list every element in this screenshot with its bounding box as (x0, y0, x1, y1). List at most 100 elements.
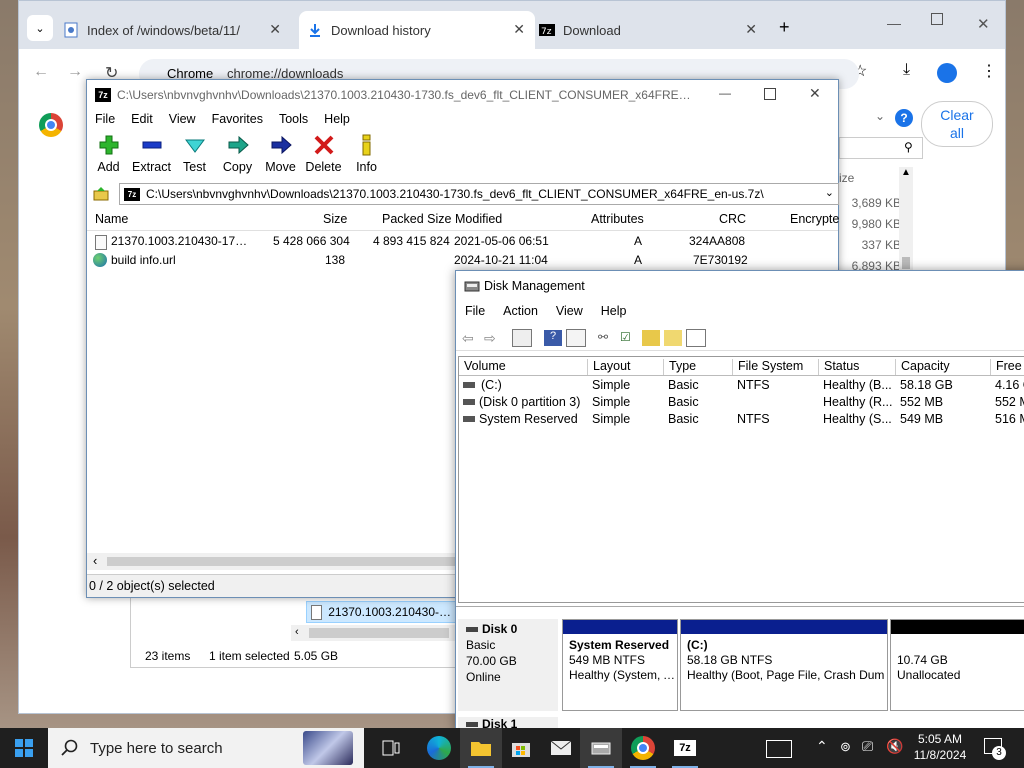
close-icon[interactable]: ✕ (269, 21, 281, 38)
folder-search-icon[interactable] (664, 330, 682, 346)
window-icon[interactable] (686, 329, 706, 347)
menu-action[interactable]: Action (494, 303, 547, 323)
extract-button[interactable]: Extract (130, 130, 173, 178)
mail-button[interactable] (540, 728, 582, 768)
folder-up-icon[interactable] (642, 330, 660, 346)
minus-icon (140, 134, 164, 156)
store-button[interactable] (500, 728, 542, 768)
connect-icon[interactable]: ⚯ (598, 330, 616, 346)
tab-download[interactable]: 7z Download ✕ (539, 11, 767, 49)
horizontal-scrollbar[interactable]: ‹ (291, 625, 456, 641)
taskbar-search[interactable]: Type here to search (48, 728, 364, 768)
close-icon[interactable]: ✕ (809, 85, 821, 102)
info-icon (355, 134, 379, 156)
menu-view[interactable]: View (547, 303, 592, 323)
menu-help[interactable]: Help (592, 303, 636, 323)
column-headers: Name Size Packed Size Modified Attribute… (87, 208, 839, 231)
delete-button[interactable]: Delete (302, 130, 345, 178)
task-view-button[interactable] (370, 728, 412, 768)
help-icon[interactable]: ? (544, 330, 562, 346)
col-modified[interactable]: Modified (455, 212, 502, 226)
menu-edit[interactable]: Edit (123, 110, 161, 130)
col-name[interactable]: Name (95, 212, 128, 226)
webcam-icon[interactable]: ⊚ (840, 739, 851, 755)
col-layout[interactable]: Layout (587, 359, 631, 375)
tab-download-history[interactable]: Download history ✕ (299, 11, 535, 49)
properties-icon[interactable] (566, 329, 586, 347)
table-row[interactable]: System Reserved Simple Basic NTFS Health… (459, 411, 1024, 428)
tab-index[interactable]: Index of /windows/beta/11/ ✕ (63, 11, 291, 49)
back-icon[interactable]: ← (33, 63, 49, 81)
profile-icon[interactable] (937, 63, 957, 83)
chevron-up-icon[interactable]: ⌃ (816, 738, 828, 755)
col-packed-size[interactable]: Packed Size (382, 212, 451, 226)
close-icon[interactable]: ✕ (513, 21, 525, 38)
edge-button[interactable] (418, 728, 460, 768)
col-crc[interactable]: CRC (719, 212, 746, 226)
scrollbar[interactable]: ▲ (899, 167, 913, 271)
minimize-icon[interactable]: — (719, 86, 731, 100)
col-volume[interactable]: Volume (459, 359, 506, 375)
start-button[interactable] (0, 728, 48, 768)
chrome-button[interactable] (622, 728, 664, 768)
file-explorer-button[interactable] (460, 728, 502, 768)
partition-c[interactable]: (C:) 58.18 GB NTFS Healthy (Boot, Page F… (680, 619, 888, 711)
menu-help[interactable]: Help (316, 110, 358, 130)
table-row[interactable]: (Disk 0 partition 3) Simple Basic Health… (459, 394, 1024, 411)
new-tab-button[interactable]: + (779, 17, 790, 38)
sevenzip-button[interactable]: 7z (664, 728, 706, 768)
forward-icon[interactable]: → (67, 63, 83, 81)
search-downloads[interactable]: ⚲ (839, 137, 923, 159)
col-type[interactable]: Type (663, 359, 696, 375)
table-row[interactable]: (C:) Simple Basic NTFS Healthy (B... 58.… (459, 377, 1024, 394)
menu-tools[interactable]: Tools (271, 110, 316, 130)
minimize-icon[interactable]: — (887, 15, 901, 31)
folder-up-icon[interactable] (93, 185, 109, 201)
clear-all-button[interactable]: Clear all (921, 101, 993, 147)
chevron-down-icon[interactable]: ⌄ (825, 186, 834, 199)
move-button[interactable]: Move (259, 130, 302, 178)
console-tree-icon[interactable] (512, 329, 532, 347)
table-row[interactable]: 21370.1003.210430-1730.... 5 428 066 304… (87, 232, 838, 251)
disk-management-taskbar-button[interactable] (580, 728, 622, 768)
help-icon[interactable]: ? (895, 109, 913, 127)
close-icon[interactable]: ✕ (745, 21, 757, 38)
menu-view[interactable]: View (161, 110, 204, 130)
tab-search-button[interactable]: ⌄ (27, 15, 53, 41)
col-encrypted[interactable]: Encrypte (790, 212, 839, 226)
disk-management-icon (464, 280, 480, 292)
col-capacity[interactable]: Capacity (895, 359, 950, 375)
disk0-info[interactable]: Disk 0 Basic 70.00 GB Online (458, 619, 558, 711)
partition-system-reserved[interactable]: System Reserved 549 MB NTFS Healthy (Sys… (562, 619, 678, 711)
network-icon[interactable]: ⎚ (862, 738, 873, 755)
maximize-icon[interactable] (931, 13, 943, 25)
partition-unallocated[interactable]: 10.74 GB Unallocated (890, 619, 1024, 711)
taskbar-app-icon[interactable] (766, 740, 792, 758)
table-row[interactable]: build info.url 138 2024-10-21 11:04 A 7E… (87, 251, 838, 270)
col-status[interactable]: Status (818, 359, 859, 375)
copy-button[interactable]: Copy (216, 130, 259, 178)
notification-button[interactable]: 3 (980, 736, 1006, 760)
close-window-icon[interactable]: ✕ (977, 15, 990, 33)
clock[interactable]: 5:05 AM 11/8/2024 (900, 731, 980, 763)
download-icon[interactable]: ⤓ (903, 61, 910, 79)
col-attributes[interactable]: Attributes (591, 212, 644, 226)
col-file-system[interactable]: File System (732, 359, 803, 375)
col-free-space[interactable]: Free S (990, 359, 1024, 375)
info-button[interactable]: Info (345, 130, 388, 178)
maximize-icon[interactable] (764, 88, 776, 100)
menu-icon[interactable]: ⋮ (981, 61, 997, 81)
col-size[interactable]: Size (323, 212, 347, 226)
menu-file[interactable]: File (456, 303, 494, 323)
menu-file[interactable]: File (87, 110, 123, 130)
chevron-down-icon[interactable]: ⌄ (875, 109, 885, 123)
menu-favorites[interactable]: Favorites (204, 110, 271, 130)
add-button[interactable]: Add (87, 130, 130, 178)
path-field[interactable]: 7z C:\Users\nbvnvghvnhv\Downloads\21370.… (119, 183, 839, 205)
back-icon[interactable]: ⇦ (462, 330, 480, 346)
forward-icon[interactable]: ⇨ (484, 330, 502, 346)
selected-file[interactable]: 21370.1003.210430-1730 (306, 601, 456, 623)
checklist-icon[interactable]: ☑ (620, 330, 638, 346)
x-icon (312, 134, 336, 156)
test-button[interactable]: Test (173, 130, 216, 178)
